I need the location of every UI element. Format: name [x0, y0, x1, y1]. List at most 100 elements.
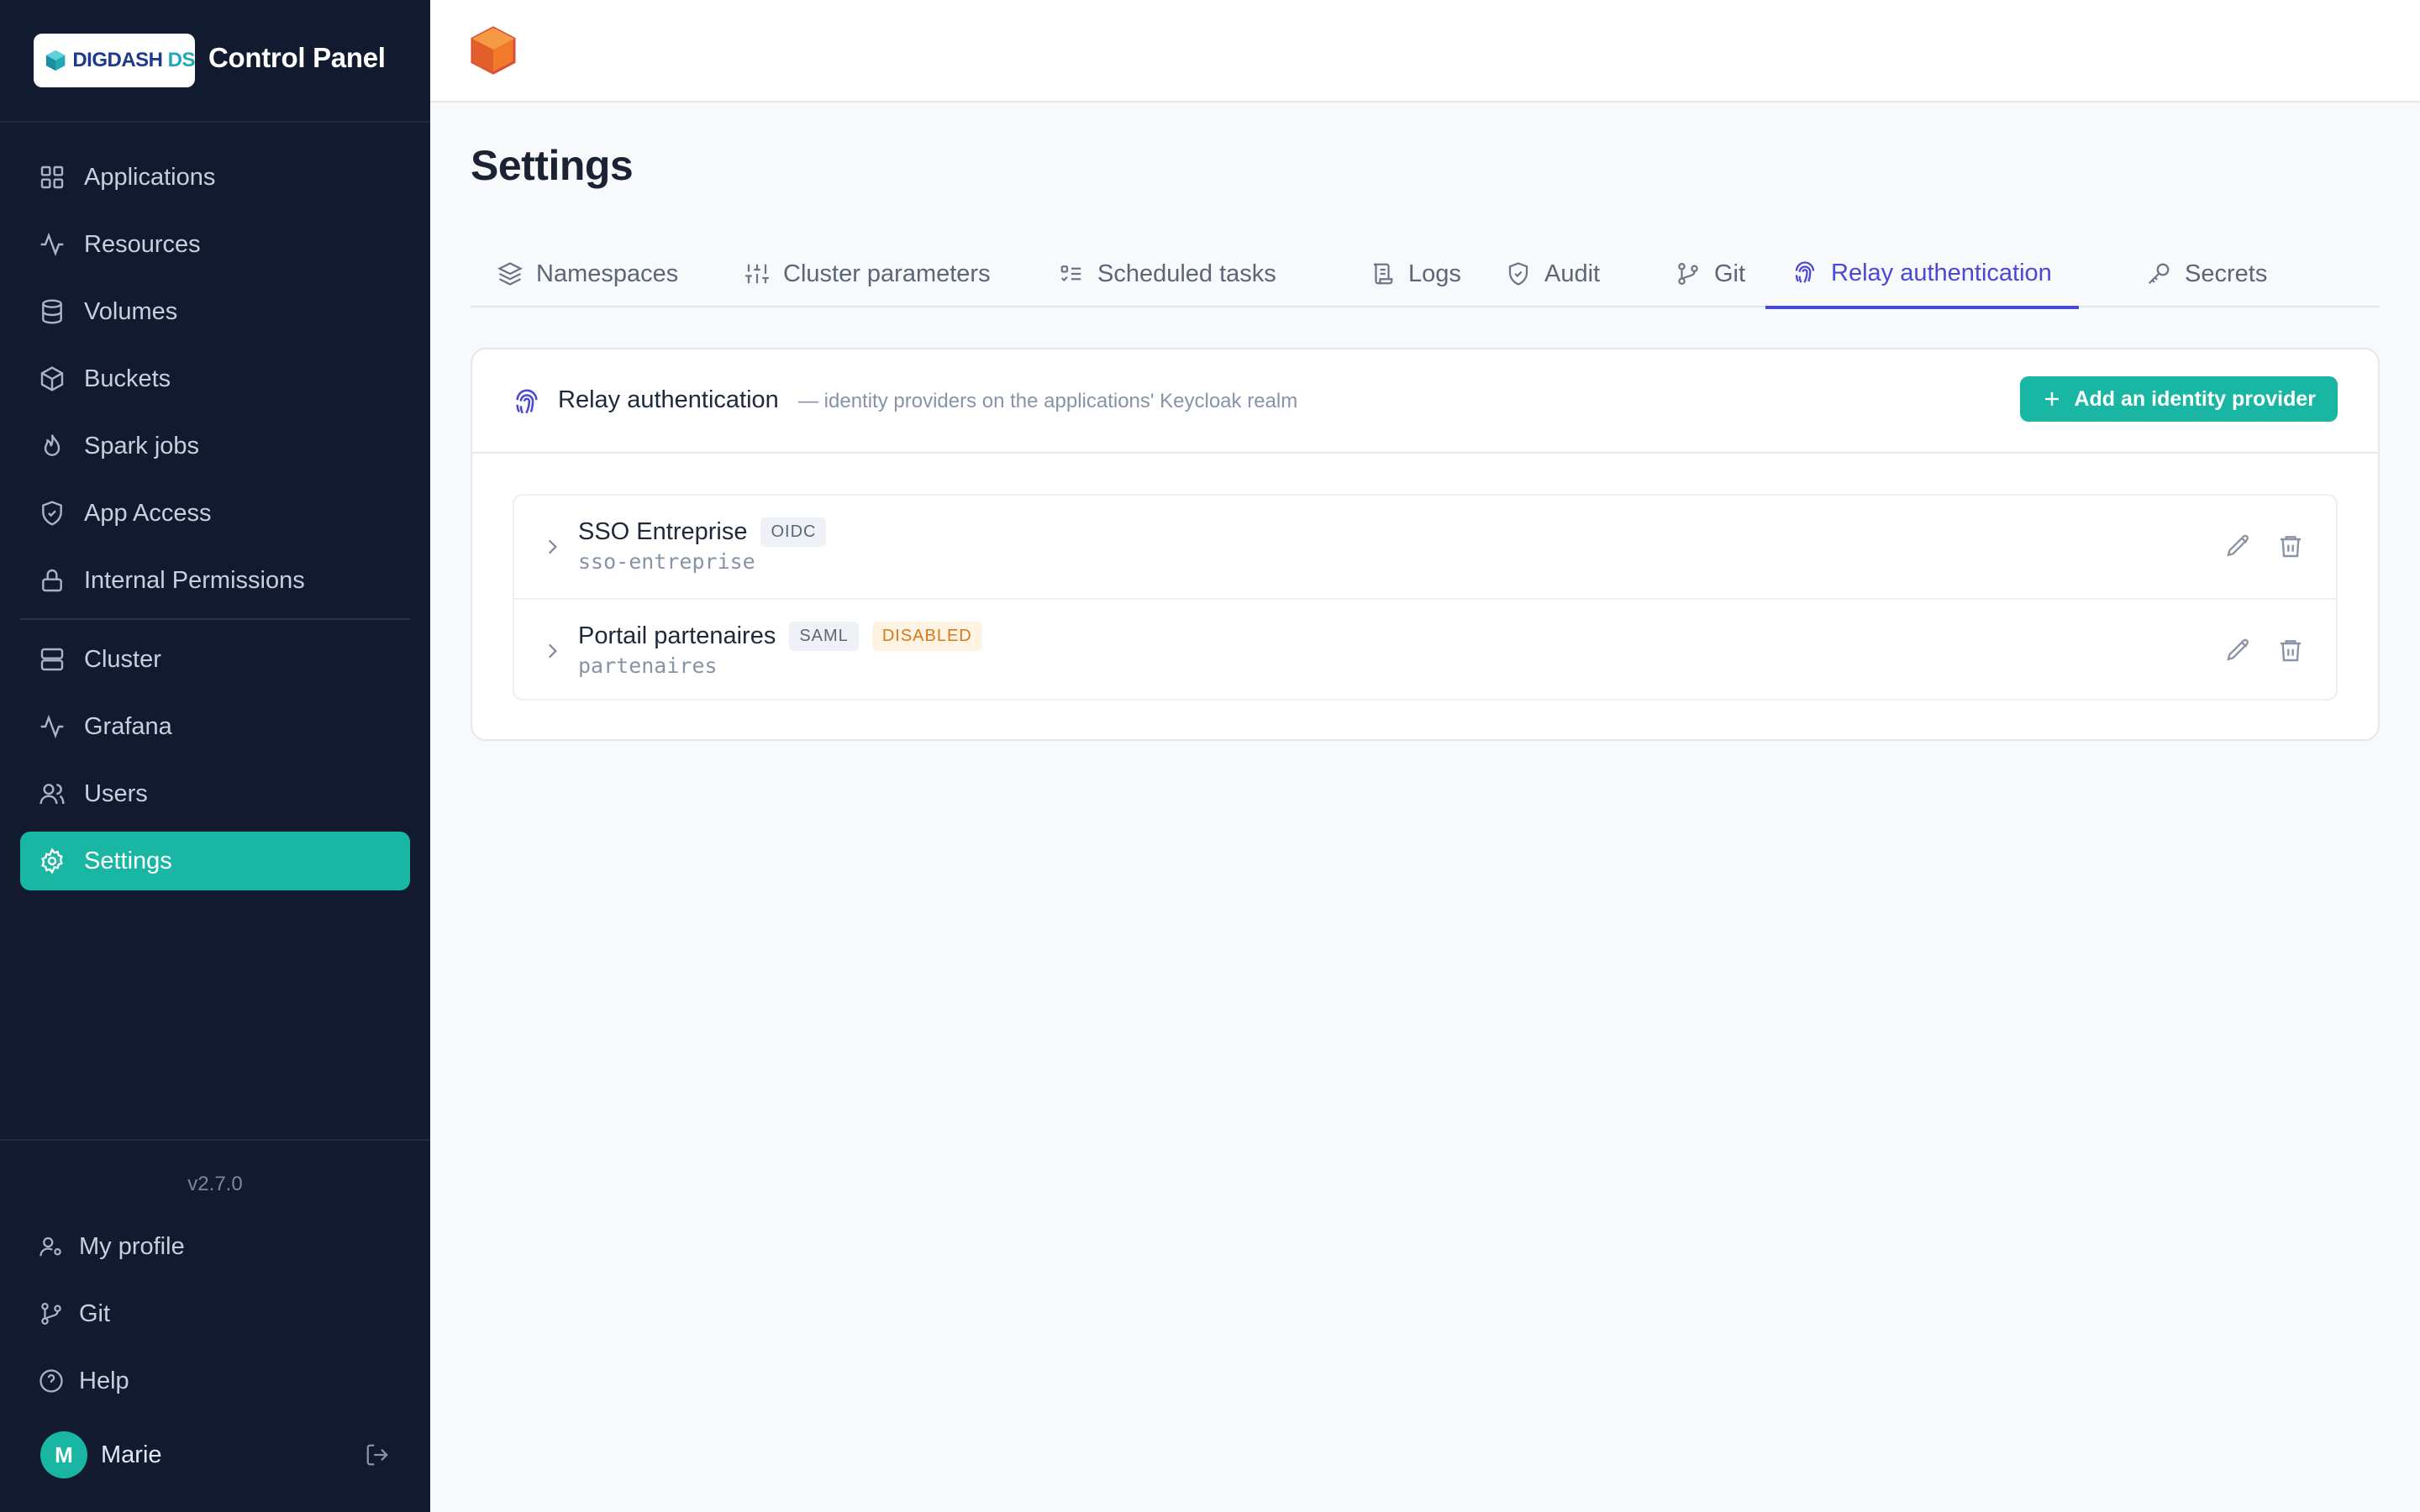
- sidebar-item-settings[interactable]: Settings: [20, 832, 410, 890]
- tab-label: Git: [1714, 260, 1746, 287]
- identity-provider-row[interactable]: SSO Entreprise OIDC sso-entreprise: [514, 496, 2336, 598]
- help-circle-icon: [39, 1369, 63, 1393]
- trash-icon[interactable]: [2277, 533, 2304, 559]
- tab-logs[interactable]: Logs: [1343, 240, 1488, 307]
- page-title: Settings: [471, 142, 634, 189]
- settings-tabs: Namespaces Cluster parameters Scheduled …: [471, 240, 2380, 309]
- tab-label: Logs: [1408, 260, 1461, 287]
- sidebar-item-app-access[interactable]: App Access: [20, 484, 410, 543]
- sidebar-item-label: Volumes: [84, 297, 178, 325]
- brand-title: Control Panel: [208, 42, 386, 73]
- gear-icon: [41, 848, 63, 874]
- identity-provider-list: SSO Entreprise OIDC sso-entreprise Porta…: [513, 494, 2338, 701]
- avatar[interactable]: M: [40, 1431, 87, 1478]
- brand-logo[interactable]: DIGDASH DS: [34, 34, 196, 87]
- user-name: Marie: [101, 1441, 162, 1468]
- shield-check-icon: [1508, 262, 1528, 286]
- add-identity-provider-button[interactable]: Add an identity provider: [2020, 376, 2338, 422]
- provider-type-badge: OIDC: [760, 517, 827, 547]
- trash-icon[interactable]: [2277, 637, 2304, 664]
- lock-icon: [42, 569, 62, 592]
- tab-audit[interactable]: Audit: [1479, 240, 1627, 307]
- provider-status-badge: DISABLED: [871, 622, 982, 651]
- relay-authentication-card: Relay authentication — identity provider…: [471, 348, 2380, 741]
- app-version: v2.7.0: [187, 1173, 243, 1195]
- sidebar-item-applications[interactable]: Applications: [20, 148, 410, 207]
- provider-type-badge: SAML: [789, 622, 859, 651]
- card-title: Relay authentication: [558, 386, 779, 413]
- sidebar-item-label: Applications: [84, 163, 216, 191]
- shield-icon: [42, 501, 62, 526]
- sidebar: DIGDASH DS Control Panel Applications Re…: [0, 0, 430, 1512]
- plus-icon: [2045, 392, 2060, 406]
- tab-cluster-parameters[interactable]: Cluster parameters: [718, 240, 1018, 307]
- sidebar-item-cluster[interactable]: Cluster: [20, 630, 410, 689]
- provider-name-group: Portail partenaires SAML DISABLED: [578, 622, 982, 651]
- provider-slug: partenaires: [578, 654, 718, 678]
- activity-icon: [40, 232, 64, 257]
- tab-git[interactable]: Git: [1649, 240, 1772, 307]
- pencil-icon[interactable]: [2225, 637, 2252, 664]
- brand: DIGDASH DS Control Panel: [0, 0, 430, 123]
- tab-label: Cluster parameters: [783, 260, 991, 287]
- layers-icon: [497, 262, 523, 286]
- tab-label: Audit: [1544, 260, 1601, 287]
- tab-label: Secrets: [2185, 260, 2268, 287]
- sidebar-item-git[interactable]: Git: [20, 1289, 410, 1339]
- card-subtitle: — identity providers on the applications…: [798, 390, 1298, 412]
- tab-scheduled-tasks[interactable]: Scheduled tasks: [1032, 240, 1303, 307]
- tab-relay-authentication[interactable]: Relay authentication: [1765, 240, 2079, 309]
- server-icon: [40, 648, 64, 671]
- chevron-right-icon[interactable]: [541, 536, 563, 558]
- sidebar-item-label: App Access: [84, 499, 212, 527]
- git-branch-icon: [1678, 263, 1698, 285]
- sidebar-item-users[interactable]: Users: [20, 764, 410, 823]
- sidebar-item-internal-permissions[interactable]: Internal Permissions: [20, 551, 410, 610]
- activity-icon: [40, 714, 64, 739]
- sidebar-nav: Applications Resources Volumes Buckets S…: [20, 148, 410, 899]
- tab-label: Namespaces: [536, 260, 679, 287]
- fingerprint-icon: [516, 389, 538, 414]
- list-todo-icon: [1060, 265, 1081, 282]
- sidebar-item-help[interactable]: Help: [20, 1356, 410, 1406]
- brand-logo-text: DIGDASH DS: [72, 49, 195, 71]
- sidebar-item-label: Cluster: [84, 645, 161, 673]
- provider-name-group: SSO Entreprise OIDC: [578, 517, 827, 547]
- box-icon: [40, 366, 64, 391]
- identity-provider-row[interactable]: Portail partenaires SAML DISABLED parten…: [514, 598, 2336, 701]
- sidebar-item-buckets[interactable]: Buckets: [20, 349, 410, 408]
- add-button-label: Add an identity provider: [2074, 386, 2316, 411]
- database-icon: [42, 299, 62, 324]
- sidebar-item-label: Git: [79, 1299, 111, 1327]
- sidebar-item-spark-jobs[interactable]: Spark jobs: [20, 417, 410, 475]
- pencil-icon[interactable]: [2225, 533, 2252, 559]
- sidebar-item-volumes[interactable]: Volumes: [20, 282, 410, 341]
- sidebar-item-label: Help: [79, 1367, 129, 1394]
- git-branch-icon: [41, 1303, 61, 1325]
- chevron-right-icon[interactable]: [541, 640, 563, 662]
- top-bar: [430, 0, 2420, 102]
- key-icon: [2148, 263, 2170, 285]
- sidebar-item-label: Buckets: [84, 365, 171, 392]
- sidebar-item-label: Resources: [84, 230, 201, 258]
- tab-secrets[interactable]: Secrets: [2119, 240, 2294, 307]
- tab-label: Scheduled tasks: [1097, 260, 1276, 287]
- sidebar-item-resources[interactable]: Resources: [20, 215, 410, 274]
- scroll-icon: [1373, 263, 1393, 285]
- provider-name: Portail partenaires: [578, 622, 776, 649]
- sidebar-item-grafana[interactable]: Grafana: [20, 697, 410, 756]
- sidebar-item-label: Users: [84, 780, 148, 807]
- sidebar-item-label: Settings: [84, 847, 172, 874]
- user-cog-icon: [39, 1236, 61, 1257]
- logout-icon[interactable]: [365, 1442, 390, 1467]
- grid-icon: [40, 165, 64, 189]
- sidebar-footer: v2.7.0: [0, 1139, 430, 1198]
- sidebar-item-my-profile[interactable]: My profile: [20, 1221, 410, 1272]
- cube-logo-icon: [45, 50, 66, 71]
- tab-namespaces[interactable]: Namespaces: [471, 240, 705, 307]
- provider-slug: sso-entreprise: [578, 549, 755, 574]
- app-logo-icon[interactable]: [469, 25, 518, 76]
- sidebar-item-label: Grafana: [84, 712, 172, 740]
- user-menu[interactable]: M Marie: [40, 1431, 390, 1478]
- sidebar-item-label: My profile: [79, 1232, 185, 1260]
